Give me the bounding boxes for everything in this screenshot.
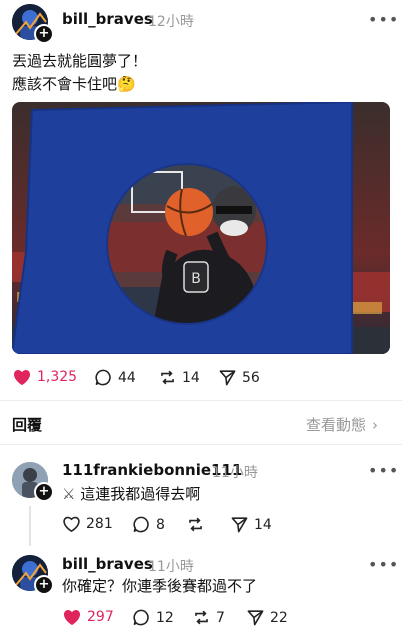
view-activity-link[interactable]: 查看動態 › xyxy=(306,414,378,435)
post-text-line-2-label: 應該不會卡住吧 xyxy=(12,75,118,93)
heart-filled-icon xyxy=(13,369,31,386)
reply-like-count: 297 xyxy=(87,609,114,625)
post-image[interactable]: B xyxy=(12,102,390,354)
reply-time: 11小時 xyxy=(148,559,194,575)
heart-filled-icon xyxy=(63,609,81,626)
reply-comment-count: 8 xyxy=(156,516,165,533)
reply-more-icon[interactable]: ••• xyxy=(368,461,399,480)
repost-icon xyxy=(189,517,202,532)
heart-icon xyxy=(63,516,80,533)
post-time: 12小時 xyxy=(148,14,194,30)
view-activity-label: 查看動態 xyxy=(306,416,367,434)
post-share-button[interactable]: 56 xyxy=(218,368,260,387)
post-like-count: 1,325 xyxy=(37,369,78,385)
post-repost-button[interactable]: 14 xyxy=(158,368,200,387)
divider xyxy=(0,400,402,401)
follow-plus-icon[interactable]: + xyxy=(34,575,54,595)
reply-text: ⚔ 這連我都過得去啊 xyxy=(62,483,200,505)
post-like-button[interactable]: 1,325 xyxy=(12,368,77,386)
reply-share-button[interactable]: 22 xyxy=(246,608,288,627)
reply-repost-count: 7 xyxy=(216,609,225,626)
send-icon xyxy=(231,517,248,533)
post-photo: B xyxy=(12,102,390,354)
post-text-line-2: 應該不會卡住吧🤔 xyxy=(12,73,136,95)
reply-time: 11小時 xyxy=(212,465,258,481)
reply-like-button[interactable]: 281 xyxy=(62,515,113,533)
svg-text:B: B xyxy=(191,271,201,287)
chevron-right-icon: › xyxy=(372,415,379,434)
send-icon xyxy=(247,610,264,626)
divider xyxy=(0,444,402,445)
reply-share-button[interactable]: 14 xyxy=(230,515,272,534)
post-share-count: 56 xyxy=(242,369,260,386)
repost-icon xyxy=(195,610,208,625)
swords-emoji: ⚔ xyxy=(62,485,76,503)
comment-icon xyxy=(133,609,149,626)
replies-heading: 回覆 xyxy=(12,416,43,434)
reply-comment-button[interactable]: 12 xyxy=(132,608,174,627)
reply-comment-button[interactable]: 8 xyxy=(132,515,165,534)
follow-plus-icon[interactable]: + xyxy=(34,482,54,502)
send-icon xyxy=(219,370,236,386)
reply-more-icon[interactable]: ••• xyxy=(368,555,399,574)
post-comment-count: 44 xyxy=(118,369,136,386)
reply-comment-count: 12 xyxy=(156,609,174,626)
repost-icon xyxy=(161,370,174,385)
reply-text-label: 這連我都過得去啊 xyxy=(80,485,201,503)
reply-like-button[interactable]: 297 xyxy=(62,608,114,626)
reply-username[interactable]: bill_braves xyxy=(62,555,153,573)
follow-plus-icon[interactable]: + xyxy=(34,24,54,44)
thread-line xyxy=(29,506,31,546)
reply-share-count: 14 xyxy=(254,516,272,533)
reply-repost-button[interactable]: 7 xyxy=(192,608,225,627)
post-repost-count: 14 xyxy=(182,369,200,386)
post-comment-button[interactable]: 44 xyxy=(94,368,136,387)
reply-like-count: 281 xyxy=(86,516,113,532)
post-text-line-1: 丟過去就能圓夢了！ xyxy=(12,52,148,70)
reply-text: 你確定？你連季後賽都過不了 xyxy=(62,577,258,595)
post-username[interactable]: bill_braves xyxy=(62,10,153,28)
reply-share-count: 22 xyxy=(270,609,288,626)
comment-icon xyxy=(133,516,149,533)
reply-repost-button[interactable] xyxy=(186,515,210,534)
thinking-emoji: 🤔 xyxy=(117,75,136,93)
post-more-icon[interactable]: ••• xyxy=(368,10,399,29)
comment-icon xyxy=(95,369,111,386)
